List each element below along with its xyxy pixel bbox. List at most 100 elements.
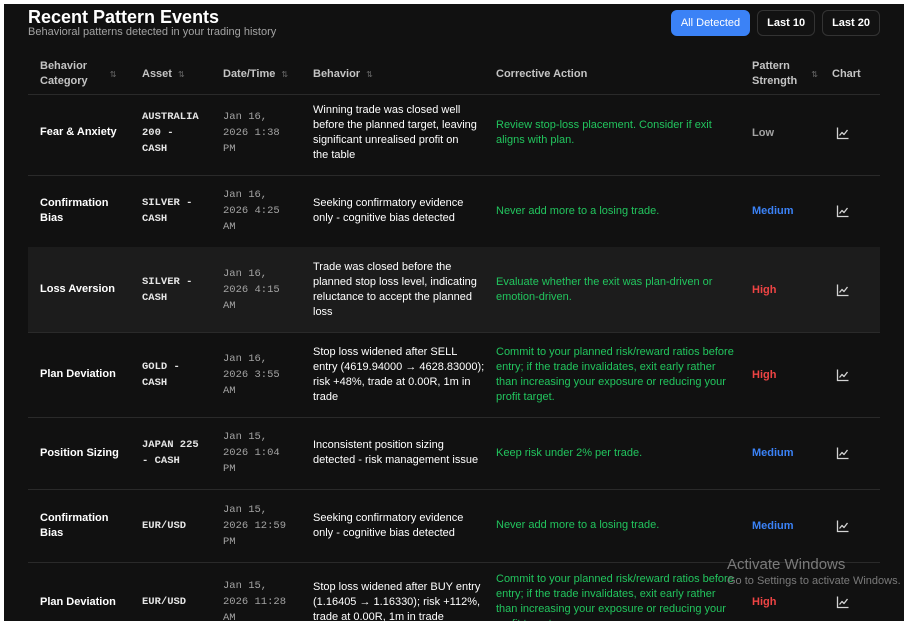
date-text: Jan 16, 2026 4:15 AM — [223, 267, 280, 312]
line-chart-icon[interactable] — [836, 368, 850, 382]
table-row[interactable]: Confirmation Bias EUR/USD Jan 15, 2026 12:59… — [28, 489, 880, 563]
line-chart-icon[interactable] — [836, 595, 850, 609]
cell-date: Jan 16, 2026 3:55 AM — [223, 332, 311, 417]
line-chart-icon[interactable] — [836, 283, 850, 297]
action-text: Keep risk under 2% per trade. — [496, 446, 643, 459]
date-text: Jan 16, 2026 3:55 AM — [223, 352, 280, 397]
sort-arrows-icon: ⇅ — [177, 69, 185, 79]
strength-badge: Medium — [752, 205, 794, 217]
cell-action: Commit to your planned risk/reward ratio… — [496, 562, 736, 621]
cell-action: Commit to your planned risk/reward ratio… — [496, 332, 736, 417]
pattern-events-panel: Recent Pattern Events Behavioral pattern… — [4, 4, 904, 621]
cell-chart — [836, 332, 850, 417]
cell-strength: Medium — [752, 417, 794, 489]
table-row[interactable]: Confirmation Bias SILVER - CASH Jan 16, 2026 … — [28, 175, 880, 248]
cell-behavior: Inconsistent position sizing detected - r… — [313, 417, 493, 489]
column-header-action: Corrective Action — [496, 67, 588, 80]
behavior-text: Inconsistent position sizing detected - r… — [313, 439, 479, 466]
filter-last-10-button[interactable]: Last 10 — [757, 10, 816, 36]
column-header-category[interactable]: Behavior Category ⇅ — [40, 54, 116, 94]
cell-action: Never add more to a losing trade. — [496, 175, 736, 247]
cell-category: Fear & Anxiety — [40, 90, 135, 175]
column-header-chart: Chart — [832, 67, 861, 80]
asset-text: SILVER - CASH — [142, 197, 193, 225]
date-text: Jan 16, 2026 1:38 PM — [223, 110, 280, 155]
activate-windows-watermark: Activate Windows Go to Settings to activ… — [727, 556, 901, 587]
page-subtitle: Behavioral patterns detected in your tra… — [28, 26, 277, 38]
date-text: Jan 16, 2026 4:25 AM — [223, 189, 280, 233]
category-text: Confirmation Bias — [40, 197, 109, 224]
behavior-text: Stop loss widened after BUY entry (1.1640… — [313, 580, 481, 621]
action-text: Evaluate whether the exit was plan-drive… — [496, 275, 713, 303]
column-header-asset[interactable]: Asset ⇅ — [142, 54, 185, 94]
column-header-behavior[interactable]: Behavior ⇅ — [313, 54, 373, 94]
cell-action: Keep risk under 2% per trade. — [496, 417, 736, 489]
sort-arrows-icon: ⇅ — [366, 69, 373, 79]
cell-date: Jan 15, 2026 11:28 AM — [223, 562, 311, 621]
cell-chart — [836, 247, 850, 332]
strength-badge: High — [752, 283, 777, 296]
cell-behavior: Trade was closed before the planned stop … — [313, 247, 493, 332]
asset-text: EUR/USD — [142, 519, 187, 532]
category-text: Position Sizing — [40, 446, 119, 459]
behavior-text: Trade was closed before the planned stop … — [313, 260, 477, 318]
cell-category: Plan Deviation — [40, 562, 135, 621]
filter-all-detected-button[interactable]: All Detected — [670, 10, 751, 36]
cell-category: Loss Aversion — [40, 247, 135, 332]
behavior-text: Seeking confirmatory evidence only - cogn… — [313, 511, 464, 539]
table-row[interactable]: Fear & Anxiety AUSTRALIA 200 - CASH Jan 16, 2… — [28, 90, 880, 176]
sort-arrows-icon: ⇅ — [109, 69, 117, 79]
filter-group: All Detected Last 10 Last 20 — [670, 10, 880, 36]
strength-badge: Medium — [752, 447, 794, 459]
table-header: Behavior Category ⇅ Asset ⇅ Date/Time ⇅ Beh… — [28, 54, 880, 95]
date-text: Jan 15, 2026 11:28 AM — [223, 580, 287, 621]
cell-chart — [836, 175, 850, 247]
table-row[interactable]: Loss Aversion SILVER - CASH Jan 16, 2026 4:1… — [28, 247, 880, 333]
cell-behavior: Seeking confirmatory evidence only - cogn… — [313, 489, 493, 562]
line-chart-icon[interactable] — [836, 204, 850, 218]
asset-text: AUSTRALIA 200 - CASH — [142, 110, 199, 155]
cell-asset: SILVER - CASH — [142, 247, 220, 332]
cell-strength: Low — [752, 90, 774, 175]
cell-category: Confirmation Bias — [40, 175, 135, 247]
strength-badge: High — [752, 596, 777, 608]
strength-badge: Low — [752, 126, 774, 139]
cell-date: Jan 16, 2026 4:25 AM — [223, 175, 311, 247]
line-chart-icon[interactable] — [836, 446, 850, 460]
cell-strength: High — [752, 332, 776, 417]
cell-chart — [836, 90, 850, 175]
cell-date: Jan 16, 2026 4:15 AM — [223, 247, 311, 332]
asset-text: JAPAN 225- CASH — [142, 439, 199, 467]
asset-text: SILVER - CASH — [142, 275, 193, 304]
strength-badge: Medium — [752, 519, 794, 532]
cell-asset: JAPAN 225- CASH — [142, 417, 220, 489]
filter-last-20-button[interactable]: Last 20 — [822, 10, 880, 36]
line-chart-icon[interactable] — [836, 519, 850, 533]
category-text: Plan Deviation — [40, 595, 116, 608]
cell-strength: High — [752, 247, 776, 332]
cell-asset: GOLD - CASH — [142, 332, 220, 417]
cell-behavior: Stop loss widened after SELL entry (4619.… — [313, 332, 493, 417]
column-header-strength[interactable]: Pattern Strength ⇅ — [752, 54, 818, 94]
table-row[interactable]: Position Sizing JAPAN 225- CASH Jan 15, 202… — [28, 417, 880, 490]
behavior-text: Winning trade was closed well before the … — [313, 103, 477, 161]
category-text: Confirmation Bias — [40, 511, 109, 539]
cell-asset: AUSTRALIA 200 - CASH — [142, 90, 220, 175]
page-title: Recent Pattern Events — [28, 7, 220, 27]
action-text: Commit to your planned risk/reward ratio… — [496, 345, 734, 403]
cell-category: Position Sizing — [40, 417, 135, 489]
line-chart-icon[interactable] — [836, 126, 850, 140]
behavior-text: Stop loss widened after SELL entry (4619.… — [313, 345, 485, 403]
date-text: Jan 15, 2026 12:59 PM — [223, 503, 287, 548]
cell-behavior: Stop loss widened after BUY entry (1.1640… — [313, 562, 493, 621]
cell-action: Never add more to a losing trade. — [496, 489, 736, 562]
cell-action: Review stop-loss placement. Consider if … — [496, 90, 736, 175]
cell-category: Confirmation Bias — [40, 489, 135, 562]
column-header-datetime[interactable]: Date/Time ⇅ — [223, 54, 288, 94]
date-text: Jan 15, 2026 1:04 PM — [223, 431, 280, 475]
strength-badge: High — [752, 368, 777, 381]
asset-text: GOLD - CASH — [142, 360, 180, 389]
cell-date: Jan 16, 2026 1:38 PM — [223, 90, 311, 175]
table-row[interactable]: Plan Deviation GOLD - CASH Jan 16, 2026 3:55… — [28, 332, 880, 418]
cell-asset: EUR/USD — [142, 489, 220, 562]
